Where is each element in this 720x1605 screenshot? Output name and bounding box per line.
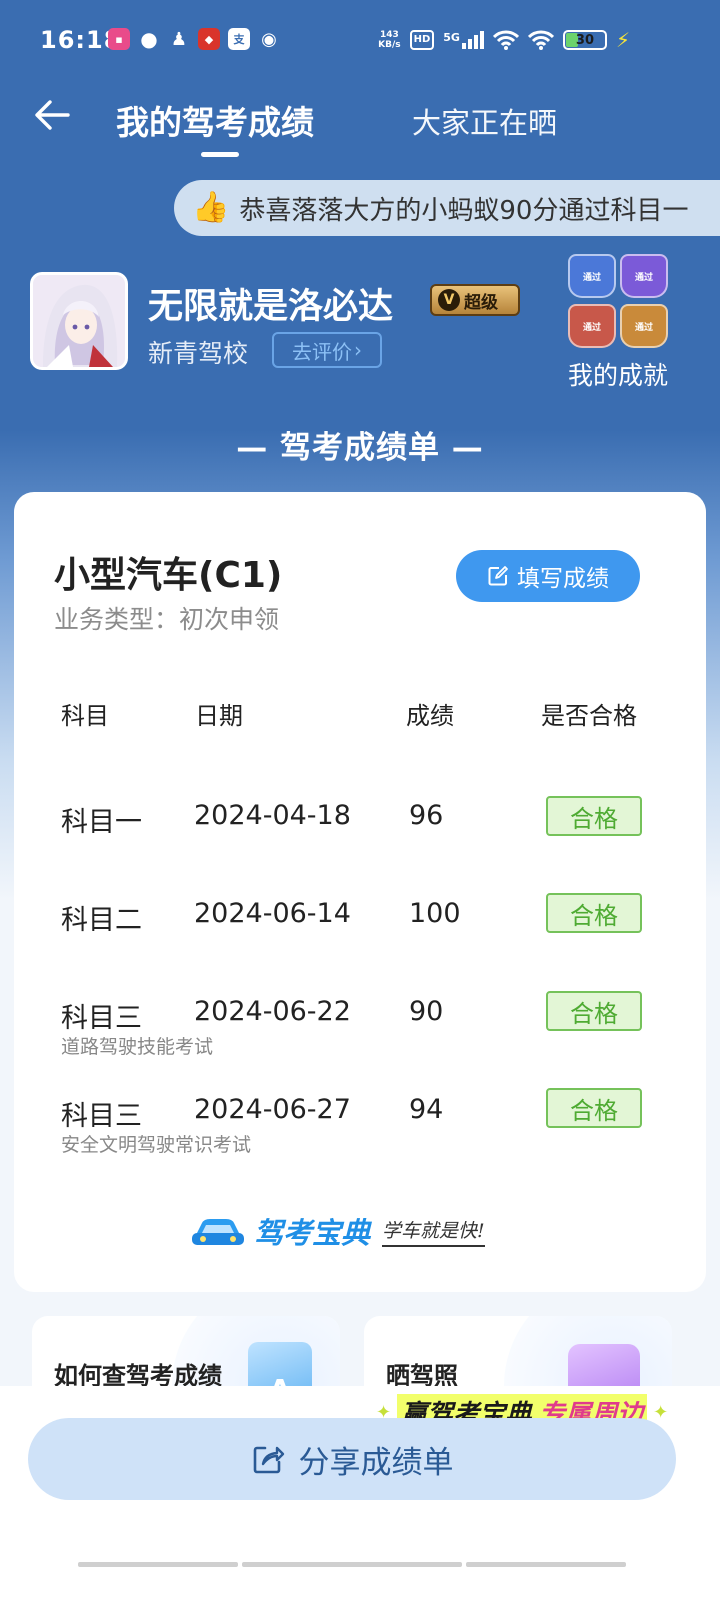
brand-name: 驾考宝典 — [254, 1216, 371, 1250]
congrats-ticker: 👍 恭喜落落大方的小蚂蚁90分通过科目一 — [174, 180, 720, 236]
medal-badge-icon: 通过 — [568, 304, 616, 348]
pass-status-badge: 合格 — [546, 991, 642, 1031]
row-subject: 科目三 — [61, 1101, 142, 1132]
tab-everyone-sharing[interactable]: 大家正在晒 — [412, 100, 557, 142]
medal-label: 通过 — [634, 272, 653, 283]
network-type: 5G — [443, 31, 460, 44]
alipay-icon: 支 — [228, 28, 250, 50]
battery-icon: 30 — [562, 30, 607, 50]
chevron-right-icon: › — [354, 338, 362, 362]
shopping-app-icon: ◆ — [198, 28, 220, 50]
wechat-icon: ◉ — [261, 28, 277, 50]
driving-school-name: 新青驾校 — [148, 339, 249, 368]
brand-slogan: 学车就是快! — [382, 1216, 485, 1247]
share-button-label: 分享成绩单 — [298, 1444, 454, 1481]
row-subject: 科目二 — [61, 905, 142, 936]
row-date: 2024-06-27 — [194, 1094, 351, 1125]
rate-button-label: 去评价 — [292, 339, 352, 364]
row-subject: 科目一 — [61, 807, 142, 838]
row-score: 94 — [409, 1094, 444, 1125]
pass-status-badge: 合格 — [546, 1088, 642, 1128]
nav-gesture-bar — [242, 1562, 462, 1567]
net-speed-value: 143 — [379, 30, 399, 40]
back-arrow-icon[interactable] — [30, 92, 76, 138]
charging-icon: ⚡ — [615, 28, 630, 52]
row-score: 90 — [409, 996, 444, 1027]
business-type: 业务类型：初次申领 — [54, 605, 280, 634]
fill-score-label: 填写成绩 — [517, 566, 609, 592]
cellular-signal-icon: 5G — [443, 31, 484, 49]
license-type: 小型汽车(C1) — [54, 555, 283, 596]
row-subject: 科目三 — [61, 1003, 142, 1034]
row-score: 100 — [409, 898, 461, 929]
ticker-text: 恭喜落落大方的小蚂蚁90分通过科目一 — [239, 195, 689, 226]
medal-label: 通过 — [582, 322, 601, 333]
my-achievements-link[interactable]: 我的成就 — [568, 356, 668, 392]
username: 无限就是洛必达 — [148, 287, 394, 327]
section-title: — 驾考成绩单 — — [236, 430, 484, 466]
rate-school-button[interactable]: 去评价 › — [272, 332, 382, 368]
medal-badge-icon: 通过 — [620, 304, 668, 348]
hd-badge: HD — [409, 30, 435, 50]
battery-level: 30 — [575, 32, 594, 48]
medal-label: 通过 — [582, 272, 601, 283]
nav-gesture-bar — [78, 1562, 238, 1567]
app-notification-icon: ▪ — [108, 28, 130, 50]
pass-status-badge: 合格 — [546, 796, 642, 836]
vip-v-icon: V — [438, 289, 460, 311]
share-icon — [253, 1446, 284, 1474]
column-header: 是否合格 — [541, 702, 637, 730]
row-date: 2024-06-22 — [194, 996, 351, 1027]
row-score: 96 — [409, 800, 444, 831]
achievement-medals[interactable]: 通过 通过 通过 通过 — [568, 254, 672, 350]
column-header: 科目 — [61, 702, 109, 730]
medal-label: 通过 — [634, 322, 653, 333]
sparkle-icon: ✦ — [653, 1401, 669, 1423]
tab-active-indicator — [201, 152, 239, 157]
status-bar: 16:18 ▪ ● ♟ ◆ 支 ◉ 143 KB/s HD 5G 30 ⚡ — [0, 0, 720, 84]
brand-logo: 驾考宝典 学车就是快! — [190, 1210, 485, 1252]
wifi-icon-2 — [527, 30, 554, 50]
vip-label: 超级 — [464, 292, 498, 313]
wifi-icon — [492, 30, 519, 50]
thumbs-up-icon: 👍 — [192, 190, 230, 225]
share-scorecard-button[interactable]: 分享成绩单 — [28, 1418, 676, 1500]
medal-badge-icon: 通过 — [568, 254, 616, 298]
car-logo-icon — [192, 1219, 244, 1245]
row-subject-detail: 道路驾驶技能考试 — [61, 1036, 214, 1058]
net-speed: 143 KB/s — [378, 30, 400, 50]
column-header: 日期 — [195, 702, 243, 730]
chat-bubble-icon: ● — [140, 27, 158, 51]
row-date: 2024-06-14 — [194, 898, 351, 929]
nav-gesture-bar — [466, 1562, 626, 1567]
medal-badge-icon: 通过 — [620, 254, 668, 298]
fill-score-button[interactable]: 填写成绩 — [456, 550, 640, 602]
net-speed-unit: KB/s — [378, 40, 401, 50]
row-subject-detail: 安全文明驾驶常识考试 — [61, 1134, 252, 1156]
status-indicators: 143 KB/s HD 5G 30 ⚡ — [378, 28, 630, 52]
column-header: 成绩 — [406, 702, 454, 730]
score-card: 小型汽车(C1) 业务类型：初次申领 填写成绩 科目 日期 成绩 是否合格 科目… — [14, 492, 706, 1292]
notification-icons: ▪ ● ♟ ◆ 支 ◉ — [108, 27, 280, 51]
vip-badge[interactable]: V 超级 — [430, 284, 520, 316]
tab-my-scores[interactable]: 我的驾考成绩 — [116, 96, 314, 144]
qq-icon: ♟ — [170, 28, 188, 50]
pass-status-badge: 合格 — [546, 893, 642, 933]
row-date: 2024-04-18 — [194, 800, 351, 831]
edit-icon — [488, 566, 508, 586]
avatar[interactable] — [30, 272, 128, 370]
